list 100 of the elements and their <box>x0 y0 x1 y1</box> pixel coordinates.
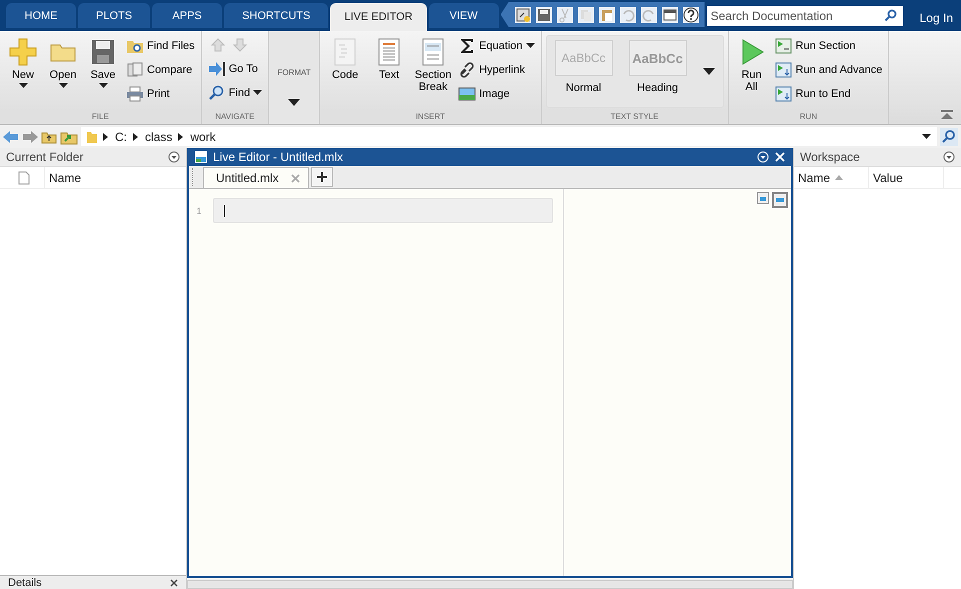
format-group-label: FORMAT <box>278 68 311 77</box>
column-header[interactable]: Value <box>869 167 944 188</box>
ribbon-button[interactable]: Equation <box>456 35 537 56</box>
ribbon-button[interactable]: Run Section <box>772 35 884 56</box>
window-icon[interactable] <box>662 6 678 22</box>
ribbon-button[interactable]: Go To <box>206 58 264 79</box>
ribbon-tab[interactable]: SHORTCUTS <box>224 3 328 28</box>
caret-icon[interactable] <box>922 134 931 140</box>
caret-icon <box>58 83 68 89</box>
run-section-icon <box>774 38 793 54</box>
ribbon-tab[interactable]: LIVE EDITOR <box>330 3 427 31</box>
caret-icon <box>98 83 108 89</box>
ribbon-tab[interactable]: VIEW <box>428 3 499 28</box>
caret-icon <box>18 83 28 89</box>
style-preview: AaBbCc <box>554 40 613 76</box>
back-arrow-icon[interactable] <box>3 130 19 144</box>
button-label: Open <box>50 69 76 81</box>
ribbon-button[interactable]: Image <box>456 83 537 104</box>
redo-icon[interactable] <box>640 6 657 22</box>
cut-icon[interactable] <box>556 6 573 22</box>
new-tab-icon[interactable] <box>310 167 333 187</box>
text-style-option[interactable]: AaBbCc Heading <box>620 36 695 107</box>
copy-icon[interactable] <box>578 6 594 22</box>
panel-menu-icon[interactable] <box>168 151 180 163</box>
chain-link-icon <box>458 62 476 78</box>
folder-icon <box>87 130 97 144</box>
caret-icon <box>526 42 535 48</box>
live-editor-icon <box>195 151 207 163</box>
save-icon[interactable] <box>536 6 552 22</box>
image-icon <box>458 86 476 102</box>
undo-icon[interactable] <box>620 6 636 22</box>
style-preview: AaBbCc <box>628 40 687 76</box>
group-title: TEXT STYLE <box>542 110 728 124</box>
ribbon-button[interactable]: Code <box>324 35 366 110</box>
document-tab[interactable]: Untitled.mlx <box>203 167 309 188</box>
group-title: NAVIGATE <box>202 110 268 124</box>
ribbon-tab[interactable]: HOME <box>6 3 76 28</box>
button-label: New <box>12 69 34 81</box>
text-document-icon <box>377 37 402 67</box>
button-label: Section Break <box>414 69 452 93</box>
style-label: Normal <box>566 82 602 94</box>
path-segment[interactable]: work <box>190 130 216 144</box>
arrow-right-icon <box>208 60 226 76</box>
login-link[interactable]: Log In <box>912 5 961 31</box>
ribbon-button[interactable]: Find Files <box>124 35 197 56</box>
caret-icon[interactable] <box>288 99 300 107</box>
column-header[interactable]: Name <box>44 167 186 188</box>
printer-icon <box>126 86 144 102</box>
new-file-icon[interactable] <box>514 6 531 22</box>
run-advance-icon <box>774 86 793 102</box>
ribbon-button[interactable]: Print <box>124 83 197 104</box>
ribbon-button[interactable]: Hyperlink <box>456 59 537 80</box>
search-icon[interactable] <box>884 9 898 23</box>
plus-icon <box>8 37 38 67</box>
tab-label: Untitled.mlx <box>216 171 279 185</box>
search-icon[interactable] <box>940 128 958 146</box>
panel-menu-icon[interactable] <box>943 151 955 163</box>
ribbon-button[interactable]: Compare <box>124 59 197 80</box>
chevron-right-icon <box>133 132 139 140</box>
button-label: Run All <box>740 69 763 93</box>
chevron-right-icon <box>178 132 184 140</box>
up-folder-icon[interactable] <box>41 130 57 144</box>
file-icon <box>18 170 30 184</box>
ribbon-button[interactable]: Text <box>368 35 410 110</box>
output-inline-icon[interactable] <box>772 192 788 208</box>
ribbon-tab[interactable]: PLOTS <box>78 3 150 28</box>
panel-title: Workspace <box>800 150 860 164</box>
ribbon-button[interactable]: Find <box>206 82 264 103</box>
ribbon-button[interactable]: Section Break <box>412 35 454 110</box>
button-label: Code <box>332 69 358 81</box>
sort-ascending-icon <box>835 175 844 180</box>
ribbon-button[interactable]: New <box>4 35 42 110</box>
ribbon-button[interactable]: Save <box>84 35 122 110</box>
text-style-option[interactable]: AaBbCc Normal <box>546 36 621 107</box>
line-number: 1 <box>196 206 202 216</box>
collapse-ribbon-icon[interactable] <box>941 110 953 120</box>
ribbon-button[interactable]: Run to End <box>772 83 884 104</box>
path-segment[interactable]: class <box>145 130 172 144</box>
path-segment[interactable]: C: <box>115 130 127 144</box>
chevron-right-icon <box>103 132 109 140</box>
search-icon <box>208 84 226 100</box>
ribbon-button[interactable]: Open <box>44 35 82 110</box>
caret-icon[interactable] <box>702 68 715 76</box>
close-icon[interactable] <box>170 578 178 586</box>
panel-title: Current Folder <box>6 150 84 164</box>
caret-icon <box>253 90 262 96</box>
style-label: Heading <box>637 82 678 94</box>
ribbon-button[interactable]: Run and Advance <box>772 59 884 80</box>
editor-title: Live Editor - Untitled.mlx <box>213 150 344 164</box>
paste-icon[interactable] <box>598 6 615 22</box>
search-field[interactable]: Search Documentation <box>706 6 903 26</box>
output-right-icon[interactable] <box>757 192 769 204</box>
ribbon-tab[interactable]: APPS <box>152 3 222 28</box>
help-icon[interactable] <box>682 6 699 22</box>
address-bar[interactable]: C: class work <box>81 127 937 146</box>
group-title: INSERT <box>320 110 541 124</box>
column-header[interactable]: Name <box>794 167 869 188</box>
compare-icon <box>126 62 144 78</box>
button-label: Save <box>90 69 116 81</box>
ribbon-button[interactable]: Run All <box>732 35 771 110</box>
